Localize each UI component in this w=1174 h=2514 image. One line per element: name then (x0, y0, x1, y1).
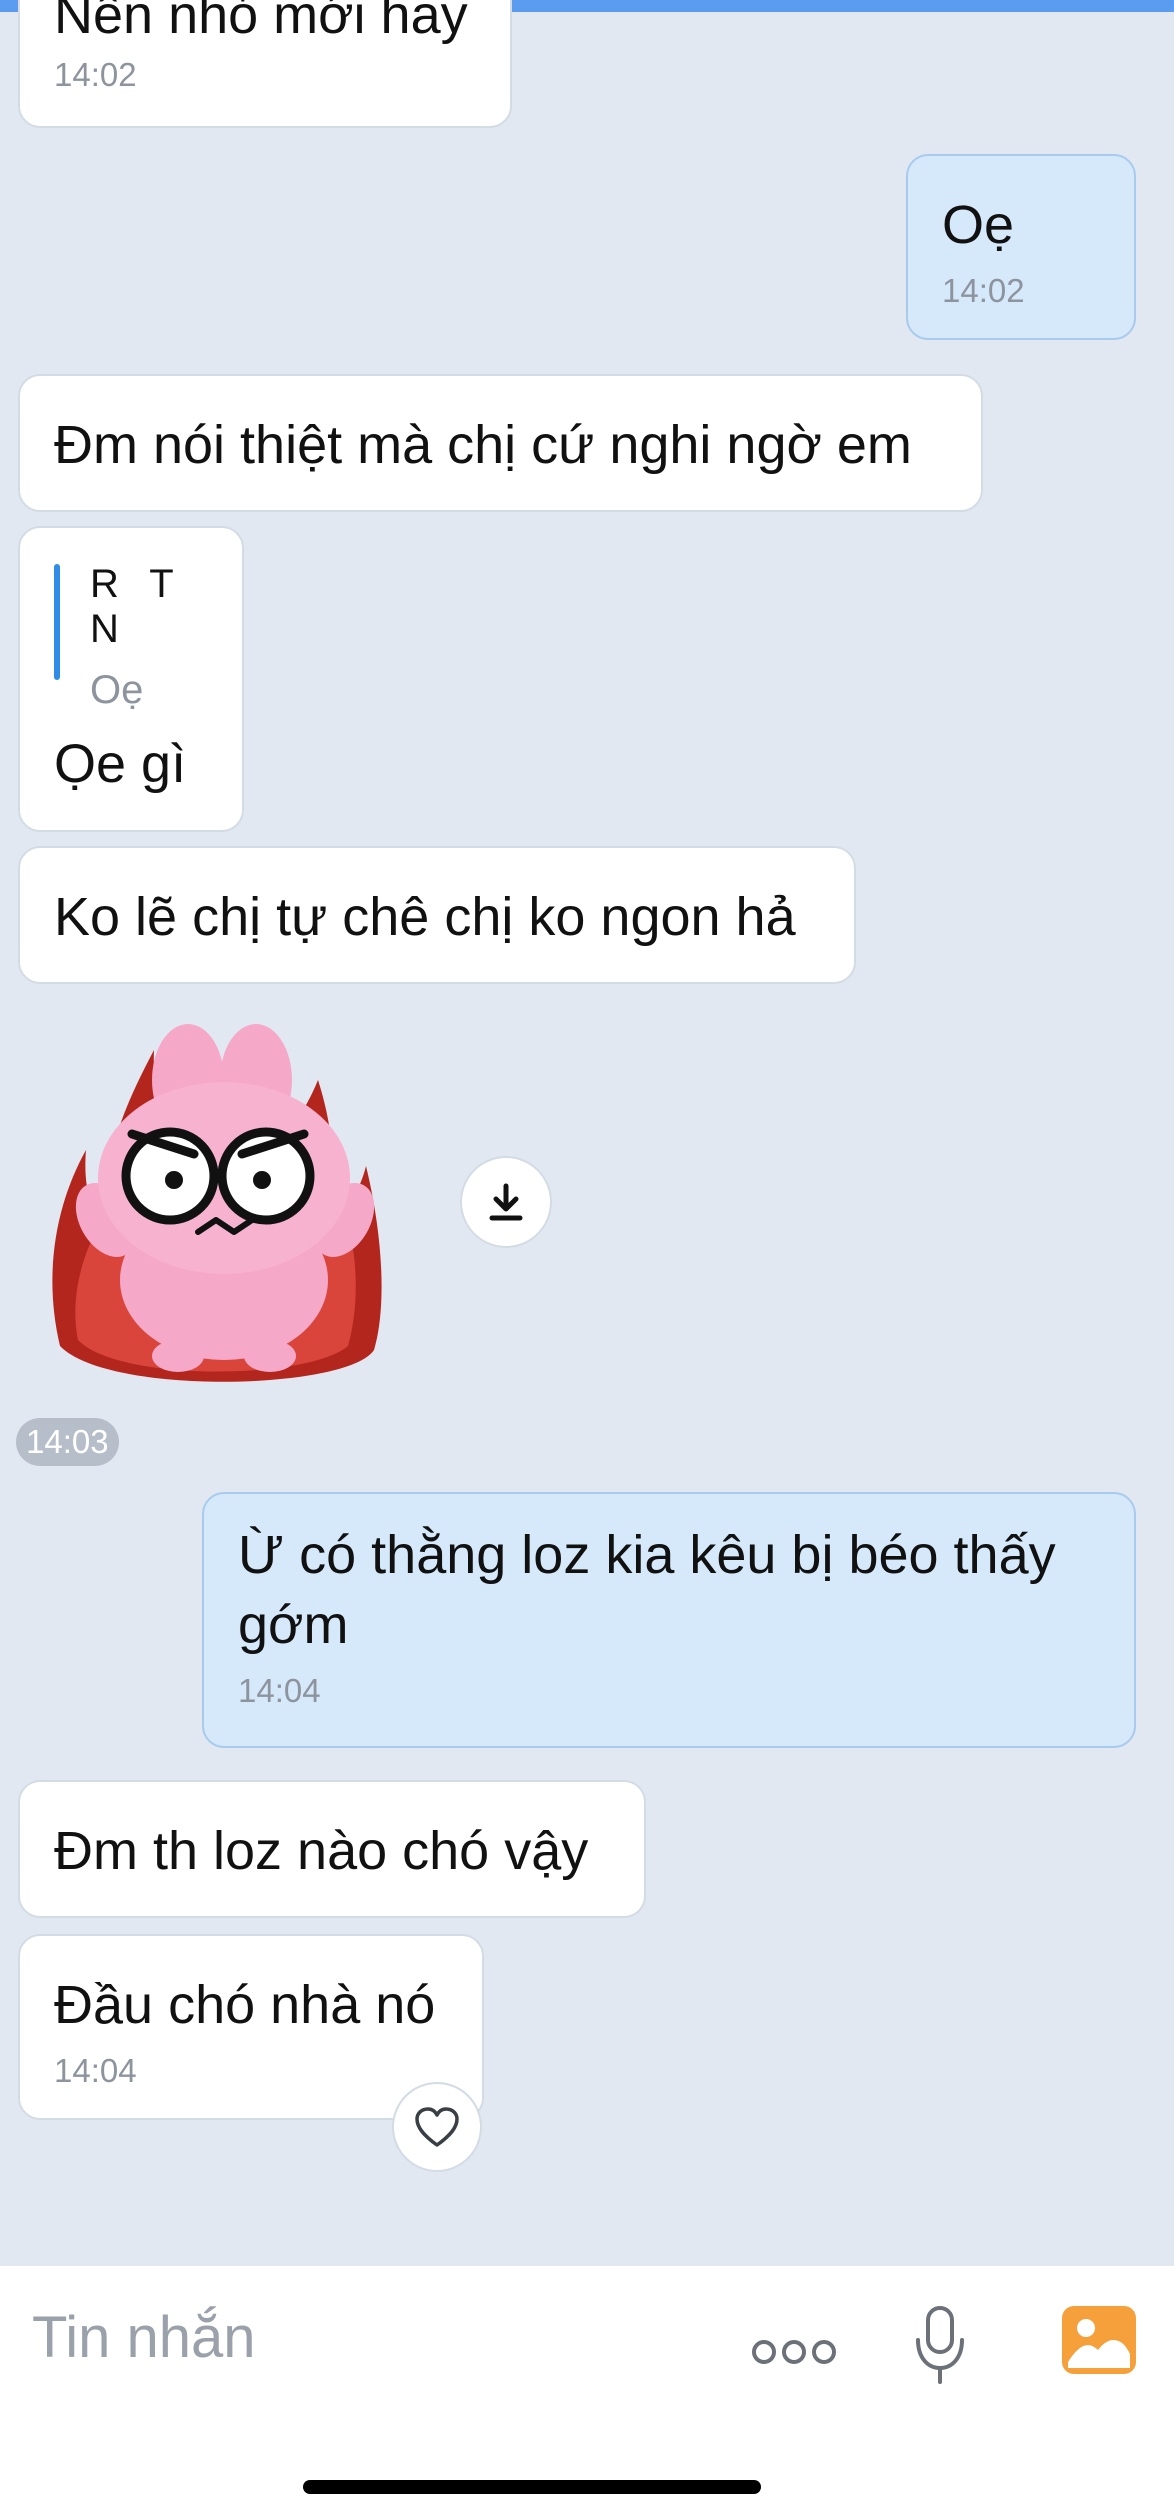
message-input[interactable]: Tin nhắn (32, 2304, 256, 2371)
message-text: Ừ có thằng loz kia kêu bị béo thấy gớm (238, 1525, 1056, 1655)
gallery-icon[interactable] (1062, 2306, 1136, 2374)
message-input-bar: Tin nhắn (0, 2266, 1174, 2514)
angry-bunny-sticker[interactable] (48, 1010, 388, 1396)
message-time: 14:04 (54, 2052, 137, 2089)
message-time: 14:04 (238, 1672, 321, 1709)
message-text: Đm nói thiệt mà chị cứ nghi ngờ em (54, 415, 912, 475)
microphone-icon[interactable] (912, 2304, 968, 2388)
message-bubble-incoming[interactable]: Đm nói thiệt mà chị cứ nghi ngờ em (18, 374, 983, 512)
home-indicator[interactable] (303, 2480, 761, 2494)
message-bubble-incoming[interactable]: Đm th loz nào chó vậy (18, 1780, 646, 1918)
message-bubble-outgoing[interactable]: Ừ có thằng loz kia kêu bị béo thấy gớm 1… (202, 1492, 1136, 1748)
reply-quoted-text: Oẹ (90, 668, 144, 712)
message-bubble-incoming[interactable]: Ko lẽ chị tự chê chị ko ngon hả (18, 846, 856, 984)
sticker-time-badge: 14:03 (16, 1418, 119, 1466)
reply-author: R T N (90, 562, 183, 651)
more-options-icon[interactable] (752, 2332, 836, 2372)
message-text: Đầu chó nhà nó (54, 1975, 436, 2035)
message-text: Ko lẽ chị tự chê chị ko ngon hả (54, 887, 796, 947)
message-text: Đm th loz nào chó vậy (54, 1821, 589, 1881)
message-bubble-reply[interactable]: R T N Oẹ Ọe gì (18, 526, 244, 832)
message-text: Nên nhỏ mới hay (54, 0, 468, 45)
message-bubble-incoming[interactable]: Nên nhỏ mới hay 14:02 (18, 0, 512, 128)
download-icon (489, 1183, 523, 1221)
reply-quote-bar (54, 564, 60, 680)
message-time: 14:02 (942, 272, 1025, 309)
message-bubble-outgoing[interactable]: Oẹ 14:02 (906, 154, 1136, 340)
heart-icon (415, 2107, 459, 2147)
message-text: Ọe gì (54, 734, 187, 794)
download-button[interactable] (460, 1156, 552, 1248)
message-time: 14:02 (54, 56, 137, 93)
reaction-button[interactable] (392, 2082, 482, 2172)
message-text: Oẹ (942, 195, 1015, 255)
